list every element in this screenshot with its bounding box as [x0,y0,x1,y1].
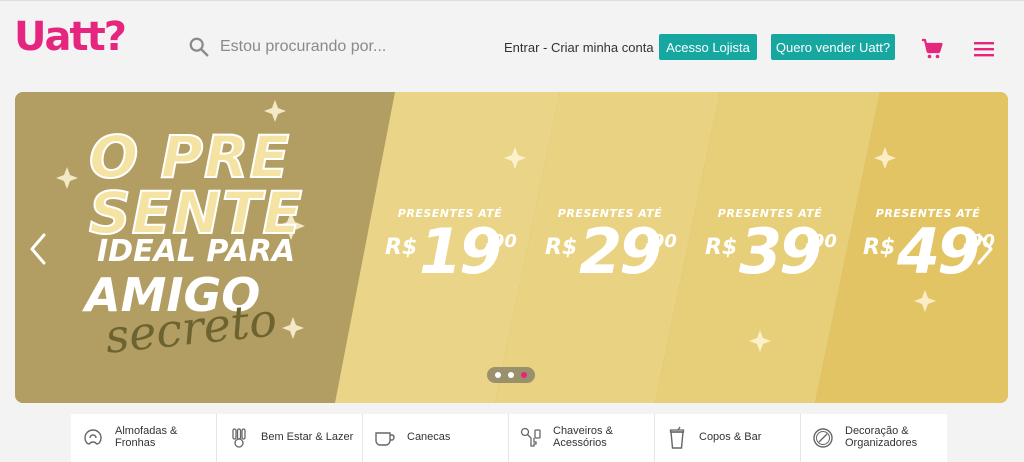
carousel-next-arrow-icon[interactable] [976,232,994,266]
search-bar[interactable] [188,33,478,61]
search-icon [189,37,209,57]
category-decoracao[interactable]: Decoração & Organizadores [801,414,947,462]
mug-icon [375,432,395,446]
price-currency: R$ [863,235,896,260]
headline-line-1: O PRE [88,123,291,191]
price-currency: R$ [705,235,738,260]
carousel-dot-1[interactable] [494,372,501,378]
menu-icon[interactable] [973,39,995,59]
category-label: Bem Estar & Lazer [261,431,354,444]
category-canecas[interactable]: Canecas [363,414,509,462]
header: Uatt? Entrar - Criar minha conta Acesso … [0,0,1024,90]
category-bar: Almofadas & Fronhas Bem Estar & Lazer Ca… [71,414,950,462]
category-label: Chaveiros & Acessórios [553,425,613,449]
uatt-logo[interactable]: Uatt? [14,17,127,57]
category-label: Canecas [407,431,451,444]
category-label: Copos & Bar [699,431,762,444]
headline-line-3: IDEAL PARA [97,234,296,269]
price-cents: ,90 [485,231,517,252]
price-tag-1[interactable]: PRESENTES ATÉ R$ 19 ,90 [385,207,517,283]
carousel-dots [487,367,535,383]
acesso-lojista-button[interactable]: Acesso Lojista [659,34,757,60]
cart-icon[interactable] [920,37,944,61]
category-chaveiros[interactable]: Chaveiros & Acessórios [509,414,655,462]
category-copos[interactable]: Copos & Bar [655,414,801,462]
category-label: Almofadas & Fronhas [115,425,178,449]
cup-icon [669,426,685,449]
carousel-dot-3[interactable] [521,372,528,378]
login-link[interactable]: Entrar - Criar minha conta [504,40,654,55]
category-label: Decoração & Organizadores [845,425,918,449]
carousel-prev-arrow-icon[interactable] [29,232,47,266]
price-currency: R$ [545,235,578,260]
price-currency: R$ [385,235,418,260]
keychain-icon [520,427,541,447]
category-almofadas[interactable]: Almofadas & Fronhas [71,414,217,462]
decor-icon [813,428,833,448]
quero-vender-button[interactable]: Quero vender Uatt? [771,34,895,60]
price-cents: ,90 [805,231,837,252]
price-cents: ,90 [645,231,677,252]
price-tag-2[interactable]: PRESENTES ATÉ R$ 29 ,90 [545,207,677,283]
search-input[interactable] [220,38,470,56]
wellness-icon [232,428,246,448]
carousel-dot-2[interactable] [507,372,514,378]
price-tag-3[interactable]: PRESENTES ATÉ R$ 39 ,90 [705,207,837,283]
pillow-icon [84,429,102,445]
price-tag-4[interactable]: PRESENTES ATÉ R$ 49 ,90 [863,207,995,283]
promo-banner[interactable]: O PRE SENTE IDEAL PARA AMIGO secreto PRE… [15,92,1008,403]
category-bem-estar[interactable]: Bem Estar & Lazer [217,414,363,462]
headline-block: O PRE SENTE IDEAL PARA AMIGO secreto [15,92,395,403]
